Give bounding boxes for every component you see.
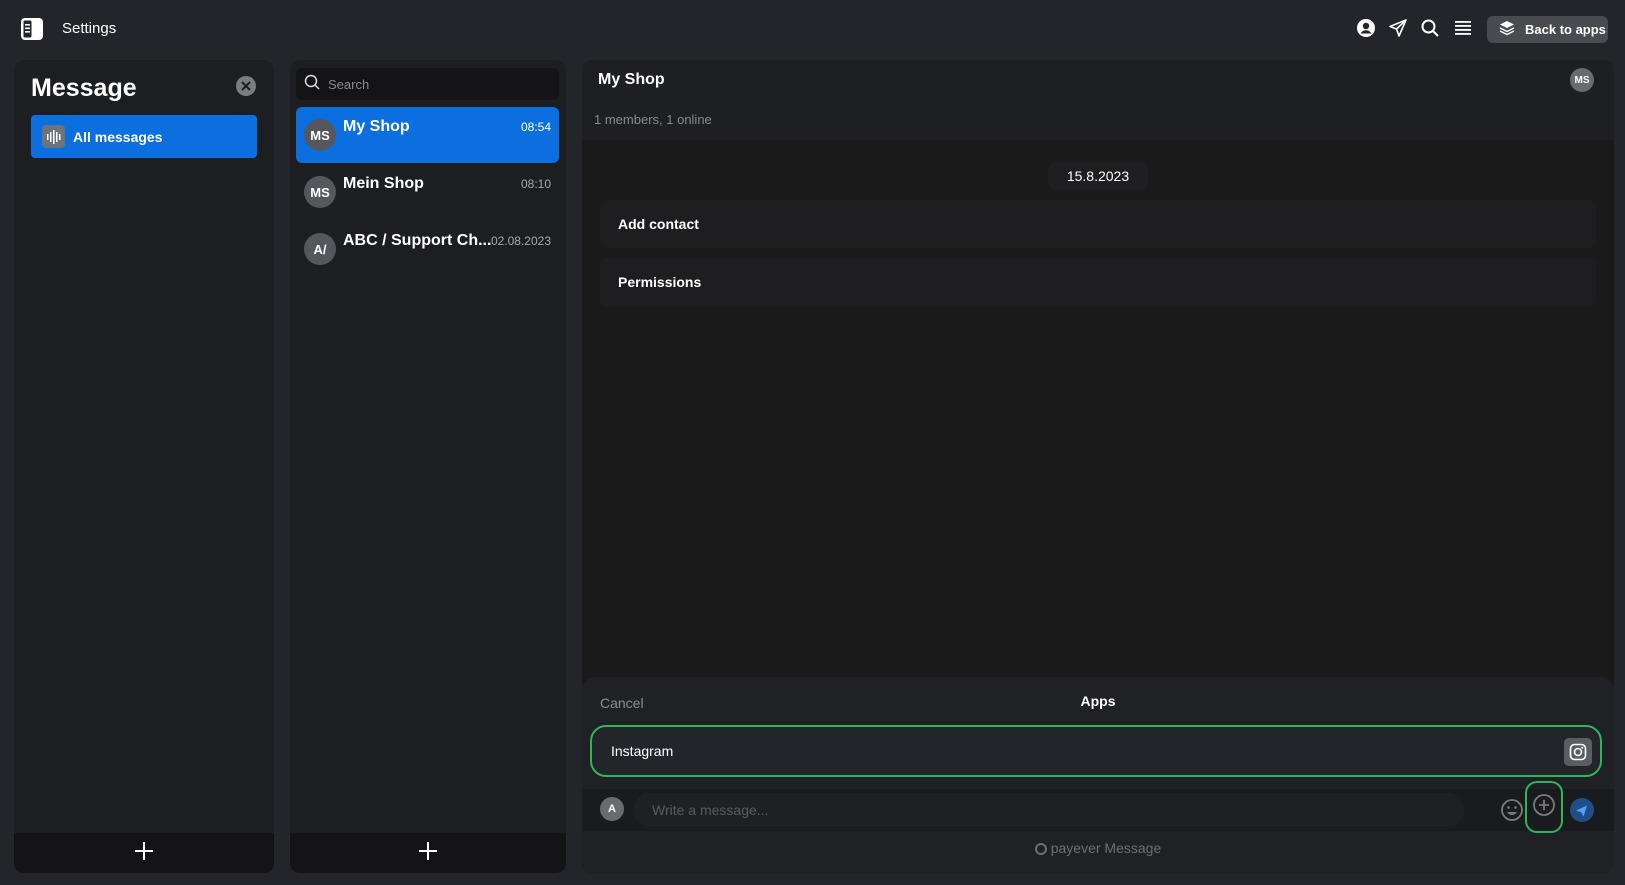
search-icon: [304, 74, 320, 95]
search-icon[interactable]: [1420, 18, 1442, 40]
app-item-label: Instagram: [611, 743, 674, 759]
chat-time: 08:10: [520, 177, 551, 191]
search-bar: [296, 68, 559, 100]
brand-label: payever Message: [1050, 840, 1162, 856]
members-status: 1 members, 1 online: [594, 112, 712, 127]
menu-icon[interactable]: [1453, 18, 1475, 40]
layers-icon: [1499, 20, 1515, 39]
apps-title: Apps: [1080, 693, 1116, 709]
cancel-button[interactable]: Cancel: [600, 695, 644, 711]
chat-item-mein-shop[interactable]: MS Mein Shop 08:10: [296, 164, 559, 220]
app-item-instagram[interactable]: Instagram: [590, 725, 1602, 777]
chat-name: ABC / Support Ch...: [343, 232, 492, 249]
conversation-title[interactable]: My Shop: [598, 71, 665, 89]
message-input[interactable]: [634, 793, 1464, 827]
conversation-header: My Shop MS 1 members, 1 online: [582, 60, 1614, 140]
chat-time: 02.08.2023: [490, 234, 551, 248]
avatar[interactable]: MS: [1570, 68, 1594, 92]
avatar: MS: [304, 119, 336, 151]
add-contact-row[interactable]: Add contact: [600, 200, 1596, 248]
brand-footer: payever Message: [582, 840, 1614, 856]
sidebar-item-all-messages[interactable]: All messages: [31, 115, 257, 158]
plus-icon: [418, 841, 438, 866]
sidebar-toggle-icon[interactable]: [20, 17, 44, 41]
panel-heading: Message: [31, 74, 137, 102]
back-to-apps-label: Back to apps: [1525, 22, 1606, 37]
date-separator: 15.8.2023: [1048, 162, 1148, 190]
add-chat-button[interactable]: [290, 833, 566, 873]
chat-item-my-shop[interactable]: MS My Shop 08:54: [296, 107, 559, 163]
chat-item-abc-support[interactable]: A/ ABC / Support Ch... 02.08.2023: [296, 221, 559, 277]
back-to-apps-button[interactable]: Back to apps: [1487, 16, 1608, 43]
conversation-panel: My Shop MS 1 members, 1 online 15.8.2023…: [582, 60, 1614, 873]
plus-circle-icon: [1532, 793, 1556, 822]
chat-time: 08:54: [520, 120, 551, 134]
audio-waves-icon: [42, 125, 65, 148]
apps-sheet: Apps Cancel Instagram A payever: [582, 677, 1614, 873]
emoji-icon[interactable]: [1500, 798, 1524, 822]
search-input[interactable]: [328, 76, 548, 92]
instagram-icon: [1564, 738, 1592, 766]
chat-list-panel: MS My Shop 08:54 MS Mein Shop 08:10 A/ A…: [290, 60, 566, 873]
send-message-icon[interactable]: [1570, 798, 1594, 822]
sidebar-item-label: All messages: [73, 128, 163, 145]
plus-icon: [134, 841, 154, 866]
permissions-row[interactable]: Permissions: [600, 258, 1596, 306]
avatar: MS: [304, 176, 336, 208]
profile-icon[interactable]: [1356, 18, 1378, 40]
top-bar: Settings Back to apps: [0, 0, 1625, 58]
chat-name: My Shop: [343, 118, 410, 135]
close-icon[interactable]: [236, 76, 256, 96]
message-composer: A: [582, 781, 1614, 833]
avatar: A: [600, 797, 624, 821]
brand-logo-icon: [1034, 843, 1047, 855]
add-folder-button[interactable]: [14, 833, 274, 873]
send-icon[interactable]: [1388, 18, 1410, 40]
folders-panel: Message All messages: [14, 60, 274, 873]
page-title: Settings: [62, 20, 117, 37]
avatar: A/: [304, 233, 336, 265]
attach-apps-button[interactable]: [1525, 781, 1563, 833]
chat-name: Mein Shop: [343, 175, 424, 192]
